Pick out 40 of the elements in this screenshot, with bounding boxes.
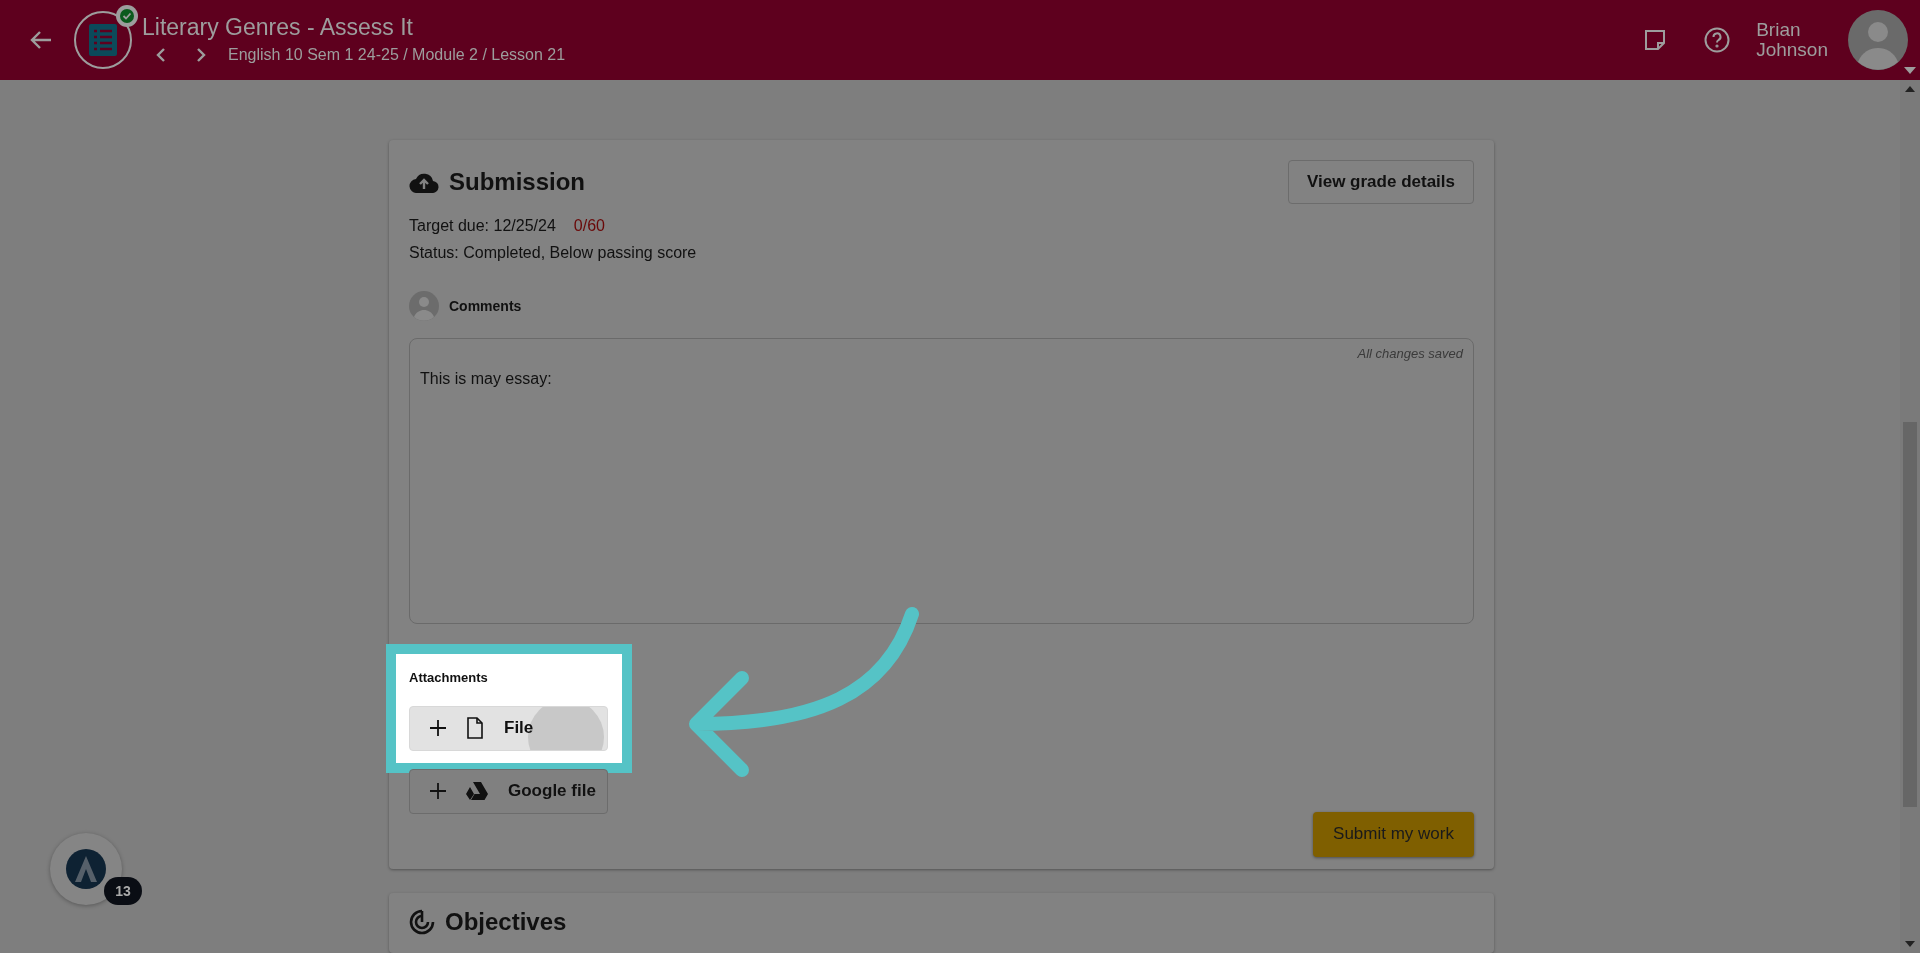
view-grade-button[interactable]: View grade details [1287,160,1474,204]
plus-icon [430,720,446,736]
score: 0/60 [573,216,605,236]
card-title: Submission [449,167,586,197]
submit-button[interactable]: Submit my work [1313,811,1474,857]
chevron-right-icon[interactable] [196,47,206,63]
cloud-upload-icon [409,171,439,193]
dropdown-caret-icon[interactable] [1904,67,1916,74]
card-title: Objectives [445,908,567,935]
help-icon[interactable] [1704,27,1731,53]
note-icon[interactable] [1644,29,1667,51]
breadcrumb[interactable]: English 10 Sem 1 24-25 / Module 2 / Lesson 21 [228,43,566,67]
document-icon [466,717,484,739]
attach-button[interactable]: File [409,705,608,751]
drive-icon [466,782,488,800]
target-due: Target due: 12/25/24 [409,216,556,236]
editor-text: This is may essay: [420,368,553,389]
user-avatar-icon[interactable] [1848,10,1908,70]
count-badge: 13 [104,877,142,905]
person-icon [409,291,439,321]
scroll-down-icon[interactable] [1905,941,1915,947]
user-last-name: Johnson [1756,40,1828,60]
letter-a-logo-icon [65,848,107,890]
target-icon [409,908,435,935]
checklist-icon [89,24,117,56]
scroll-up-icon[interactable] [1905,86,1915,92]
comment-editor[interactable]: All changes saved This is may essay: [409,338,1474,624]
back-arrow-icon[interactable] [30,30,52,50]
page-title: Literary Genres - Assess It [142,13,414,41]
saved-note: All changes saved [1357,345,1463,363]
comments-label: Comments [449,296,522,316]
attach-label: File [504,717,534,740]
attachments-label: Attachments [409,669,489,687]
plus-icon [430,783,446,799]
status-text: Status: Completed, Below passing score [409,243,698,263]
chevron-left-icon[interactable] [156,47,166,63]
user-first-name: Brian [1756,20,1802,40]
scrollbar[interactable] [1900,80,1920,953]
attach-label: Google file [508,780,596,803]
attach-button[interactable]: Google file [409,768,608,814]
